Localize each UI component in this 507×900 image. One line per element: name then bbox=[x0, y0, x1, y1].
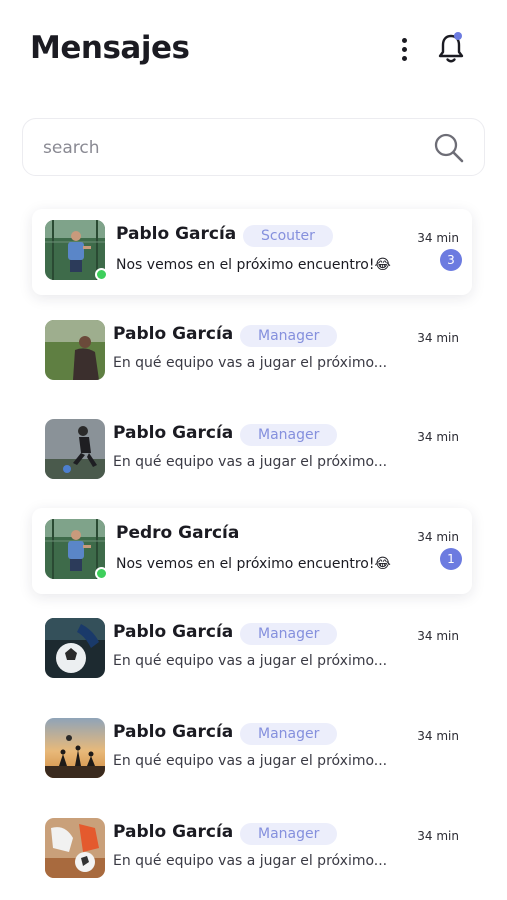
role-badge: Manager bbox=[240, 424, 338, 447]
chat-list-item[interactable]: Pedro García 34 min Nos vemos en el próxim… bbox=[0, 504, 507, 604]
chat-list: Pablo García Scouter 34 min Nos vemos en el… bbox=[0, 205, 507, 900]
app-header: Mensajes bbox=[0, 0, 507, 100]
role-badge: Manager bbox=[240, 623, 338, 646]
message-preview: En qué equipo vas a jugar el próximo... bbox=[113, 454, 388, 471]
contact-name: Pablo García bbox=[113, 721, 234, 742]
message-preview: En qué equipo vas a jugar el próximo... bbox=[113, 752, 388, 769]
chat-list-item[interactable]: Pablo García Manager 34 min En qué equipo v… bbox=[0, 603, 507, 703]
more-dot bbox=[401, 46, 407, 52]
avatar[interactable] bbox=[45, 319, 105, 380]
avatar[interactable] bbox=[45, 419, 105, 480]
avatar[interactable] bbox=[45, 817, 105, 878]
unread-count-badge: 1 bbox=[440, 547, 462, 570]
role-badge: Manager bbox=[240, 324, 338, 347]
message-time: 34 min bbox=[417, 430, 459, 445]
message-preview: Nos vemos en el próximo encuentro!😂 bbox=[116, 257, 391, 273]
online-status-dot bbox=[95, 566, 108, 580]
role-badge: Scouter bbox=[243, 225, 333, 247]
chat-list-item[interactable]: Pablo García Manager 34 min En qué equipo v… bbox=[0, 404, 507, 504]
more-dot bbox=[401, 55, 407, 61]
role-badge: Manager bbox=[240, 722, 338, 745]
notification-dot bbox=[454, 32, 462, 40]
online-status-dot bbox=[95, 268, 108, 281]
chat-list-item[interactable]: Pablo García Manager 34 min En qué equipo v… bbox=[0, 703, 507, 803]
contact-name: Pablo García bbox=[113, 821, 234, 842]
message-time: 34 min bbox=[417, 728, 459, 743]
search-icon[interactable] bbox=[433, 132, 465, 164]
avatar[interactable] bbox=[45, 618, 105, 679]
message-time: 34 min bbox=[417, 529, 459, 544]
contact-name: Pablo García bbox=[113, 423, 234, 444]
message-preview: En qué equipo vas a jugar el próximo... bbox=[113, 852, 388, 869]
search-bar bbox=[22, 118, 485, 176]
contact-name: Pablo García bbox=[113, 622, 234, 643]
contact-name: Pablo García bbox=[116, 224, 237, 244]
chat-list-item[interactable]: Pablo García Manager 34 min En qué equipo v… bbox=[0, 803, 507, 900]
message-preview: En qué equipo vas a jugar el próximo... bbox=[113, 653, 388, 670]
message-preview: En qué equipo vas a jugar el próximo... bbox=[113, 354, 388, 371]
message-time: 34 min bbox=[417, 828, 459, 843]
more-vertical-icon bbox=[401, 37, 407, 43]
avatar[interactable] bbox=[45, 717, 105, 778]
chat-list-item[interactable]: Pablo García Scouter 34 min Nos vemos en el… bbox=[0, 205, 507, 305]
unread-count-badge: 3 bbox=[440, 249, 462, 271]
contact-name: Pedro García bbox=[116, 522, 240, 543]
page-title: Mensajes bbox=[30, 30, 190, 66]
chat-list-item[interactable]: Pablo García Manager 34 min En qué equipo v… bbox=[0, 305, 507, 405]
more-options-button[interactable] bbox=[392, 34, 416, 64]
search-input[interactable] bbox=[43, 135, 413, 161]
message-preview: Nos vemos en el próximo encuentro!😂 bbox=[116, 555, 391, 572]
message-time: 34 min bbox=[417, 629, 459, 644]
notifications-button[interactable] bbox=[436, 32, 466, 66]
contact-name: Pablo García bbox=[113, 323, 234, 344]
message-time: 34 min bbox=[417, 231, 459, 245]
role-badge: Manager bbox=[240, 822, 338, 845]
message-time: 34 min bbox=[417, 330, 459, 345]
